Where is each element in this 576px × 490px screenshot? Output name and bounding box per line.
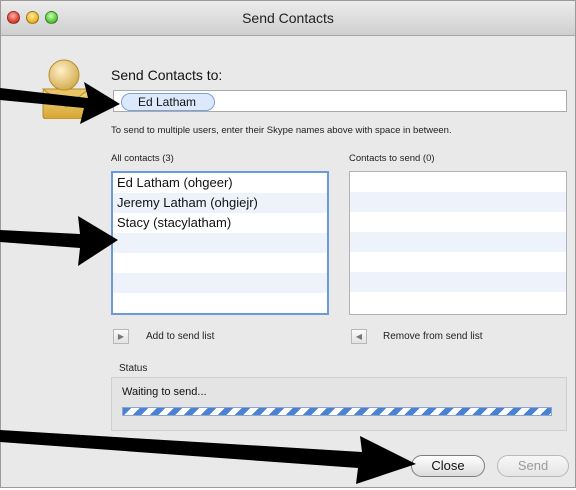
remove-from-send-list-label[interactable]: Remove from send list — [383, 331, 482, 342]
empty-row — [113, 293, 327, 313]
list-item[interactable]: Stacy (stacylatham) — [113, 213, 327, 233]
titlebar: Send Contacts — [1, 1, 575, 36]
play-right-icon: ▶ — [117, 332, 125, 341]
annotation-arrow-close-button — [0, 430, 416, 484]
empty-row — [350, 252, 566, 272]
empty-row — [350, 272, 566, 292]
empty-row — [350, 192, 566, 212]
empty-row — [113, 253, 327, 273]
empty-row — [350, 172, 566, 192]
contacts-to-send-list[interactable] — [349, 171, 567, 315]
send-to-heading: Send Contacts to: — [111, 67, 223, 83]
recipient-input[interactable]: Ed Latham — [113, 90, 567, 112]
status-title: Status — [119, 363, 148, 374]
play-left-icon: ◀ — [355, 332, 363, 341]
all-contacts-label: All contacts (3) — [111, 153, 174, 164]
all-contacts-list[interactable]: Ed Latham (ohgeer) Jeremy Latham (ohgiej… — [111, 171, 329, 315]
empty-row — [350, 292, 566, 312]
empty-row — [113, 233, 327, 253]
hint-text: To send to multiple users, enter their S… — [111, 125, 452, 136]
contacts-to-send-label: Contacts to send (0) — [349, 153, 435, 164]
add-to-send-list-label[interactable]: Add to send list — [146, 331, 214, 342]
close-button[interactable]: Close — [411, 455, 485, 477]
add-to-send-list-button[interactable]: ▶ — [113, 329, 129, 344]
list-item[interactable]: Jeremy Latham (ohgiejr) — [113, 193, 327, 213]
window-title: Send Contacts — [242, 10, 334, 26]
empty-row — [113, 273, 327, 293]
progress-bar — [122, 407, 552, 416]
annotation-arrow-contacts-list — [0, 216, 118, 266]
empty-row — [350, 212, 566, 232]
status-text: Waiting to send... — [122, 386, 207, 398]
remove-from-send-list-button[interactable]: ◀ — [351, 329, 367, 344]
send-button[interactable]: Send — [497, 455, 569, 477]
recipient-token[interactable]: Ed Latham — [121, 93, 216, 111]
annotation-arrow-to-field — [0, 82, 120, 124]
empty-row — [350, 232, 566, 252]
list-item[interactable]: Ed Latham (ohgeer) — [113, 173, 327, 193]
